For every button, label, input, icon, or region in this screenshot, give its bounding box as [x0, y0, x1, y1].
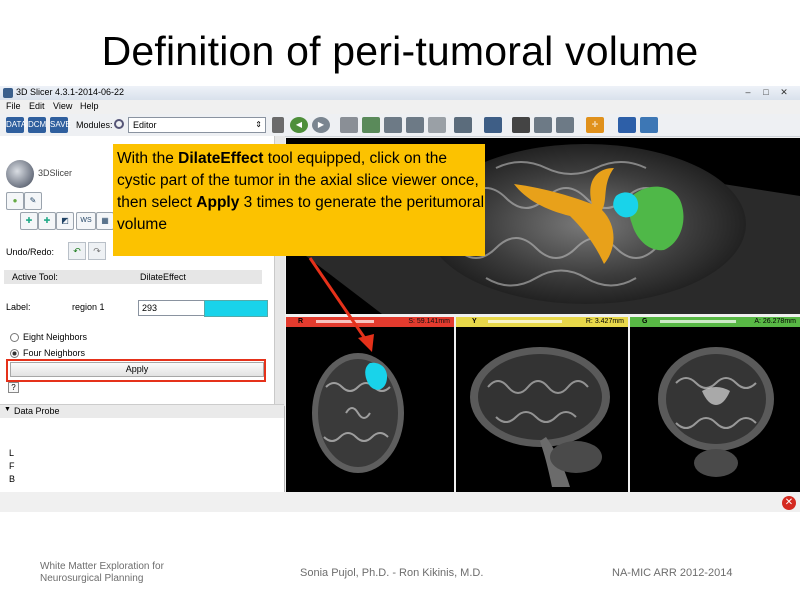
footer-left-line1: White Matter Exploration for	[40, 561, 164, 572]
callout-part1: With the	[117, 150, 179, 167]
callout-bold-apply: Apply	[196, 194, 240, 211]
callout-bold-tool: DilateEffect	[178, 150, 264, 167]
footer-project: NA-MIC ARR 2012-2014	[612, 567, 733, 579]
instruction-text: With the DilateEffect tool equipped, cli…	[117, 148, 485, 236]
footer-left-line2: Neurosurgical Planning	[40, 573, 144, 584]
callout-arrow	[308, 257, 374, 352]
footer-authors: Sonia Pujol, Ph.D. - Ron Kikinis, M.D.	[300, 567, 484, 579]
